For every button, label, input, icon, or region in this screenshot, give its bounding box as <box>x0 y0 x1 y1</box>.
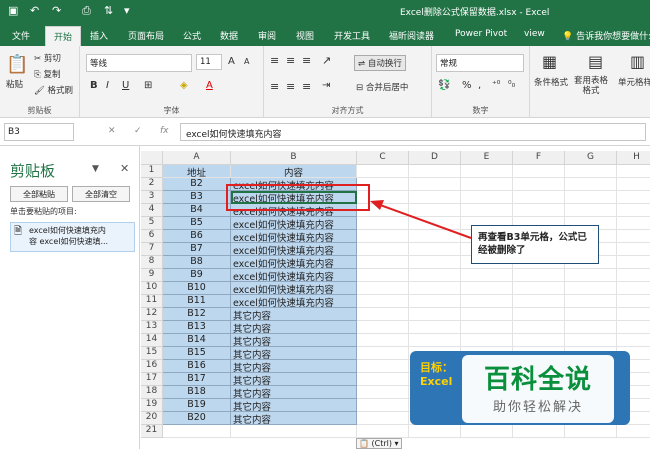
paste-options-label: (Ctrl) <box>371 439 392 448</box>
banner-line2: Excel <box>420 375 453 388</box>
banner-line1: 目标： <box>420 361 453 374</box>
annotation-callout: 再查看B3单元格，公式已经被删除了 <box>471 225 599 264</box>
watermark: 百科全说 助你轻松解决 <box>462 355 614 423</box>
watermark-title: 百科全说 <box>483 365 592 395</box>
paste-options-button[interactable]: 📋 (Ctrl) ▾ <box>356 438 402 449</box>
watermark-subtitle: 助你轻松解决 <box>492 400 583 415</box>
